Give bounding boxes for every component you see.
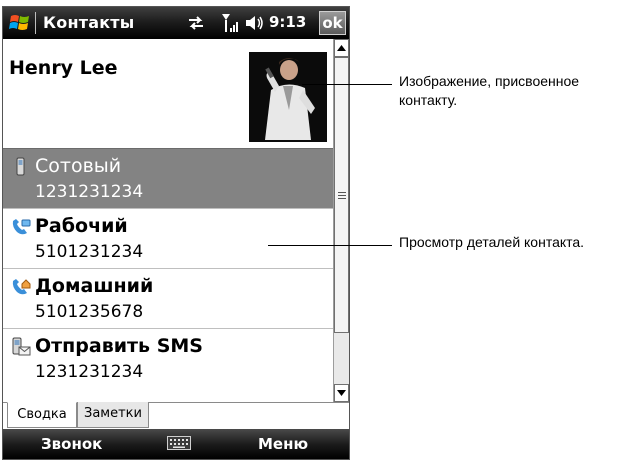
list-item-home[interactable]: Домашний 5101235678	[3, 268, 333, 328]
windows-start-icon[interactable]	[8, 12, 32, 34]
field-value: 1231231234	[35, 362, 144, 382]
arrow-up-icon	[337, 45, 346, 51]
mobile-phone-icon	[16, 157, 25, 176]
home-phone-icon	[12, 279, 31, 295]
signal-strength-icon[interactable]	[221, 12, 239, 34]
ok-button[interactable]: ok	[319, 11, 346, 35]
scroll-up-button[interactable]	[334, 39, 349, 57]
list-item-work[interactable]: Рабочий 5101231234	[3, 208, 333, 268]
activesync-icon[interactable]	[187, 15, 205, 31]
volume-icon[interactable]	[245, 14, 265, 32]
pocket-pc-screen: Контакты 9:13 ok Henry Lee Сотовый 12312…	[2, 6, 350, 460]
field-value: 5101231234	[35, 242, 144, 262]
clock[interactable]: 9:13	[269, 13, 306, 31]
field-label: Отправить SMS	[35, 335, 203, 357]
photo-callout-line	[302, 84, 392, 85]
field-value: 1231231234	[35, 182, 144, 202]
field-label: Рабочий	[35, 215, 128, 237]
list-item-sms[interactable]: Отправить SMS 1231231234	[3, 328, 333, 388]
scroll-thumb[interactable]	[334, 57, 349, 333]
details-annotation: Просмотр деталей контакта.	[399, 234, 585, 250]
tab-strip-background	[149, 403, 349, 429]
arrow-down-icon	[337, 390, 346, 396]
contact-name: Henry Lee	[9, 57, 118, 79]
vertical-scrollbar[interactable]	[333, 39, 349, 402]
contact-photo	[249, 52, 327, 142]
scroll-down-button[interactable]	[334, 384, 349, 402]
keyboard-icon[interactable]	[167, 436, 191, 450]
details-callout-line	[268, 245, 392, 246]
title-separator	[35, 12, 36, 34]
work-phone-icon	[12, 219, 31, 235]
menu-softkey[interactable]: Меню	[258, 435, 308, 453]
app-title: Контакты	[43, 13, 135, 32]
tab-summary[interactable]: Сводка	[7, 402, 77, 428]
sms-icon	[12, 337, 31, 356]
photo-annotation: Изображение, присвоенное контакту.	[399, 73, 580, 108]
field-label: Домашний	[35, 275, 154, 297]
tab-strip: Сводка Заметки	[3, 402, 349, 429]
call-softkey[interactable]: Звонок	[41, 435, 102, 453]
grip-line	[338, 198, 346, 199]
contact-details: Henry Lee Сотовый 1231231234 Рабочий 510…	[3, 39, 333, 402]
tab-notes[interactable]: Заметки	[77, 402, 149, 428]
list-item-mobile[interactable]: Сотовый 1231231234	[3, 148, 333, 208]
title-bar: Контакты 9:13 ok	[3, 7, 349, 39]
grip-line	[338, 195, 346, 196]
softkey-bar: Звонок Меню	[3, 429, 349, 459]
field-label: Сотовый	[35, 155, 122, 177]
field-value: 5101235678	[35, 302, 144, 322]
grip-line	[338, 192, 346, 193]
